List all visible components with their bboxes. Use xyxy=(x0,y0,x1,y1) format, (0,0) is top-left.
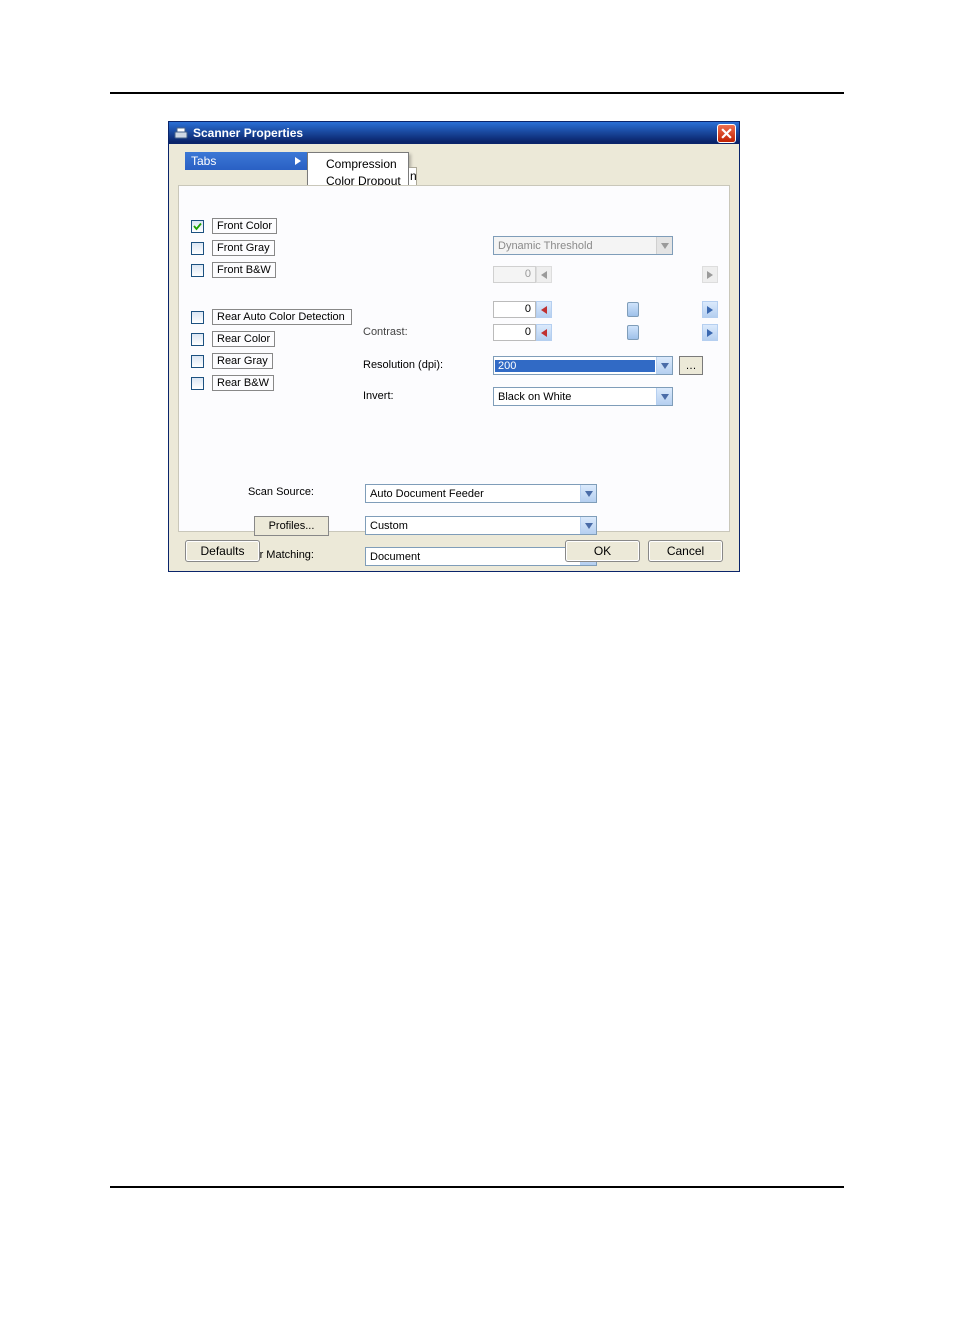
submenu-arrow-icon xyxy=(295,157,301,165)
label-front-gray[interactable]: Front Gray xyxy=(212,240,275,256)
arrow-right-icon[interactable] xyxy=(702,324,718,341)
slider-track[interactable] xyxy=(552,324,702,341)
slider-track[interactable] xyxy=(552,301,702,318)
ok-button[interactable]: OK xyxy=(565,540,640,562)
profiles-combo[interactable]: Custom xyxy=(365,516,597,535)
row-front-gray: Front Gray xyxy=(191,237,371,259)
binarization-value: Dynamic Threshold xyxy=(494,240,656,252)
title-bar[interactable]: Scanner Properties xyxy=(169,122,739,144)
checkbox-rear-bw[interactable] xyxy=(191,377,204,390)
threshold-value: 0 xyxy=(493,266,536,283)
resolution-combo[interactable]: 200 xyxy=(493,356,673,375)
threshold-slider: 0 xyxy=(493,266,718,283)
rule-top xyxy=(110,92,844,94)
cancel-button[interactable]: Cancel xyxy=(648,540,723,562)
row-front-color: Front Color xyxy=(191,215,371,237)
tabs-menu[interactable]: Tabs xyxy=(185,152,307,170)
color-matching-value: Document xyxy=(366,551,580,563)
arrow-left-icon xyxy=(536,266,552,283)
checkbox-front-color[interactable] xyxy=(191,220,204,233)
scanner-properties-dialog: Scanner Properties Tabs Compression Colo… xyxy=(168,121,740,572)
slider-thumb[interactable] xyxy=(627,325,639,340)
invert-combo[interactable]: Black on White xyxy=(493,387,673,406)
checkbox-front-gray[interactable] xyxy=(191,242,204,255)
color-matching-combo[interactable]: Document xyxy=(365,547,597,566)
chevron-down-icon xyxy=(656,237,672,254)
chevron-down-icon[interactable] xyxy=(580,517,596,534)
contrast-label-fragment: Contrast: xyxy=(363,326,408,338)
binarization-combo: Dynamic Threshold xyxy=(493,236,673,255)
resolution-value: 200 xyxy=(495,360,655,372)
row-rear-bw: Rear B&W xyxy=(191,372,371,394)
tab-fragment[interactable]: n xyxy=(409,167,417,185)
checkbox-rear-auto[interactable] xyxy=(191,311,204,324)
arrow-right-icon xyxy=(702,266,718,283)
arrow-left-icon[interactable] xyxy=(536,301,552,318)
row-front-bw: Front B&W xyxy=(191,259,371,281)
label-rear-bw[interactable]: Rear B&W xyxy=(212,375,274,391)
brightness-value: 0 xyxy=(493,301,536,318)
label-rear-gray[interactable]: Rear Gray xyxy=(212,353,273,369)
checkbox-rear-color[interactable] xyxy=(191,333,204,346)
scan-source-label: Scan Source: xyxy=(214,486,314,498)
tabs-menu-label: Tabs xyxy=(191,154,216,168)
chevron-down-icon[interactable] xyxy=(656,357,672,374)
rule-bottom xyxy=(110,1186,844,1188)
checkbox-rear-gray[interactable] xyxy=(191,355,204,368)
invert-value: Black on White xyxy=(494,391,656,403)
scan-source-value: Auto Document Feeder xyxy=(366,488,580,500)
window-title: Scanner Properties xyxy=(193,126,717,140)
brightness-slider[interactable]: 0 xyxy=(493,301,718,318)
label-rear-color[interactable]: Rear Color xyxy=(212,331,275,347)
row-rear-gray: Rear Gray xyxy=(191,350,371,372)
chevron-down-icon[interactable] xyxy=(656,388,672,405)
contrast-value: 0 xyxy=(493,324,536,341)
resolution-more-button[interactable]: … xyxy=(679,356,703,375)
contrast-slider[interactable]: 0 xyxy=(493,324,718,341)
chevron-down-icon[interactable] xyxy=(580,485,596,502)
profiles-button[interactable]: Profiles... xyxy=(254,516,329,536)
tab-body: Front Color Front Gray Front B&W Rear Au… xyxy=(178,185,730,532)
label-front-bw[interactable]: Front B&W xyxy=(212,262,276,278)
tabs-item-compression[interactable]: Compression xyxy=(312,155,404,172)
defaults-button[interactable]: Defaults xyxy=(185,540,260,562)
row-rear-color: Rear Color xyxy=(191,328,371,350)
image-selection-list: Front Color Front Gray Front B&W Rear Au… xyxy=(191,215,371,394)
close-button[interactable] xyxy=(717,124,736,143)
dialog-client: Tabs Compression Color Dropout Preview R… xyxy=(169,144,739,571)
invert-label: Invert: xyxy=(363,390,394,402)
label-front-color[interactable]: Front Color xyxy=(212,218,277,234)
label-rear-auto[interactable]: Rear Auto Color Detection xyxy=(212,309,352,325)
slider-track xyxy=(552,266,702,283)
resolution-label: Resolution (dpi): xyxy=(363,359,443,371)
scan-source-combo[interactable]: Auto Document Feeder xyxy=(365,484,597,503)
slider-thumb[interactable] xyxy=(627,302,639,317)
arrow-left-icon[interactable] xyxy=(536,324,552,341)
checkbox-front-bw[interactable] xyxy=(191,264,204,277)
row-rear-auto: Rear Auto Color Detection xyxy=(191,306,371,328)
app-icon xyxy=(174,126,188,140)
arrow-right-icon[interactable] xyxy=(702,301,718,318)
profiles-value: Custom xyxy=(366,520,580,532)
